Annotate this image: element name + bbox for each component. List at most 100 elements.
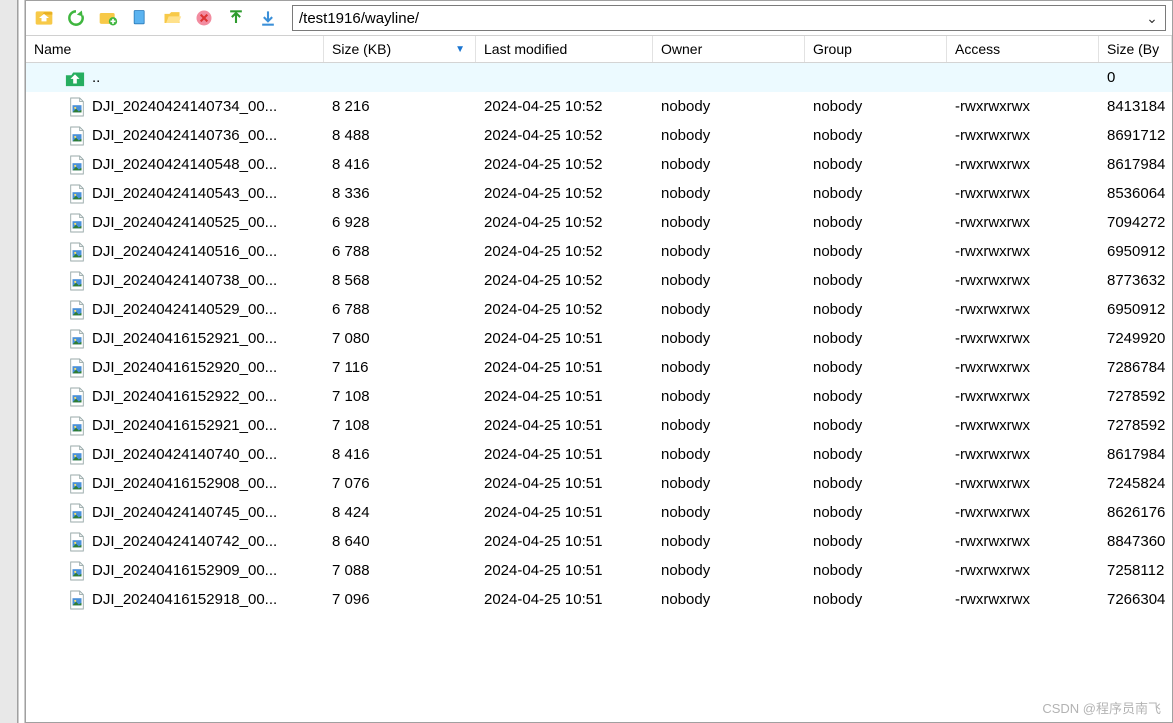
file-size-bytes: 8617984 — [1099, 156, 1172, 173]
file-last-modified: 2024-04-25 10:52 — [476, 185, 653, 202]
file-row[interactable]: DJI_20240416152920_00...7 1162024-04-25 … — [26, 353, 1172, 382]
file-owner: nobody — [653, 475, 805, 492]
file-size-bytes: 8536064 — [1099, 185, 1172, 202]
header-size-bytes[interactable]: Size (By — [1099, 36, 1172, 62]
header-name[interactable]: Name — [26, 36, 324, 62]
file-owner: nobody — [653, 98, 805, 115]
file-size-bytes: 8617984 — [1099, 446, 1172, 463]
path-input[interactable] — [299, 10, 1145, 27]
path-field[interactable]: ⌄ — [292, 5, 1166, 31]
file-size-bytes: 7094272 — [1099, 214, 1172, 231]
file-name: DJI_20240424140742_00... — [92, 533, 277, 550]
file-size-bytes: 7278592 — [1099, 417, 1172, 434]
file-row[interactable]: DJI_20240416152908_00...7 0762024-04-25 … — [26, 469, 1172, 498]
refresh-button[interactable] — [64, 6, 88, 30]
file-row[interactable]: DJI_20240424140525_00...6 9282024-04-25 … — [26, 208, 1172, 237]
file-last-modified: 2024-04-25 10:52 — [476, 98, 653, 115]
file-size-bytes: 6950912 — [1099, 243, 1172, 260]
file-row[interactable]: DJI_20240416152921_00...7 1082024-04-25 … — [26, 411, 1172, 440]
open-folder-button[interactable] — [160, 6, 184, 30]
image-file-icon — [68, 300, 86, 320]
file-last-modified: 2024-04-25 10:51 — [476, 533, 653, 550]
image-file-icon — [68, 184, 86, 204]
image-file-icon — [68, 474, 86, 494]
header-owner[interactable]: Owner — [653, 36, 805, 62]
delete-button[interactable] — [192, 6, 216, 30]
file-owner: nobody — [653, 359, 805, 376]
file-owner: nobody — [653, 272, 805, 289]
upload-button[interactable] — [224, 6, 248, 30]
file-last-modified: 2024-04-25 10:51 — [476, 504, 653, 521]
parent-dir-button[interactable] — [32, 6, 56, 30]
file-size-kb: 8 216 — [324, 98, 476, 115]
file-name: DJI_20240416152921_00... — [92, 330, 277, 347]
file-name: DJI_20240424140745_00... — [92, 504, 277, 521]
file-row[interactable]: DJI_20240424140548_00...8 4162024-04-25 … — [26, 150, 1172, 179]
image-file-icon — [68, 561, 86, 581]
file-name: DJI_20240416152920_00... — [92, 359, 277, 376]
file-access: -rwxrwxrwx — [947, 562, 1099, 579]
file-row[interactable]: DJI_20240424140543_00...8 3362024-04-25 … — [26, 179, 1172, 208]
file-group: nobody — [805, 301, 947, 318]
file-last-modified: 2024-04-25 10:52 — [476, 156, 653, 173]
file-owner: nobody — [653, 388, 805, 405]
file-access: -rwxrwxrwx — [947, 504, 1099, 521]
header-access[interactable]: Access — [947, 36, 1099, 62]
new-folder-button[interactable] — [96, 6, 120, 30]
file-group: nobody — [805, 243, 947, 260]
file-access: -rwxrwxrwx — [947, 475, 1099, 492]
file-row[interactable]: DJI_20240424140742_00...8 6402024-04-25 … — [26, 527, 1172, 556]
file-row[interactable]: DJI_20240424140740_00...8 4162024-04-25 … — [26, 440, 1172, 469]
file-owner: nobody — [653, 127, 805, 144]
file-name: DJI_20240424140740_00... — [92, 446, 277, 463]
file-access: -rwxrwxrwx — [947, 330, 1099, 347]
file-size-kb: 7 096 — [324, 591, 476, 608]
image-file-icon — [68, 97, 86, 117]
file-row[interactable]: DJI_20240416152922_00...7 1082024-04-25 … — [26, 382, 1172, 411]
download-button[interactable] — [256, 6, 280, 30]
left-gutter — [0, 0, 18, 723]
image-file-icon — [68, 503, 86, 523]
file-last-modified: 2024-04-25 10:52 — [476, 127, 653, 144]
image-file-icon — [68, 358, 86, 378]
image-file-icon — [68, 126, 86, 146]
file-last-modified: 2024-04-25 10:51 — [476, 417, 653, 434]
file-group: nobody — [805, 562, 947, 579]
file-size-bytes: 8773632 — [1099, 272, 1172, 289]
file-size-kb: 8 336 — [324, 185, 476, 202]
file-group: nobody — [805, 272, 947, 289]
file-access: -rwxrwxrwx — [947, 98, 1099, 115]
header-group[interactable]: Group — [805, 36, 947, 62]
file-group: nobody — [805, 417, 947, 434]
file-row[interactable]: DJI_20240424140745_00...8 4242024-04-25 … — [26, 498, 1172, 527]
file-access: -rwxrwxrwx — [947, 359, 1099, 376]
file-group: nobody — [805, 388, 947, 405]
image-file-icon — [68, 329, 86, 349]
file-row[interactable]: DJI_20240416152918_00...7 0962024-04-25 … — [26, 585, 1172, 614]
file-list[interactable]: .. 0 DJI_20240424140734_00...8 2162024-0… — [26, 63, 1172, 722]
file-row[interactable]: DJI_20240424140734_00...8 2162024-04-25 … — [26, 92, 1172, 121]
header-last-modified[interactable]: Last modified — [476, 36, 653, 62]
file-name: DJI_20240424140736_00... — [92, 127, 277, 144]
file-row[interactable]: DJI_20240416152921_00...7 0802024-04-25 … — [26, 324, 1172, 353]
file-size-bytes: 8413184 — [1099, 98, 1172, 115]
file-row[interactable]: DJI_20240424140529_00...6 7882024-04-25 … — [26, 295, 1172, 324]
folder-up-icon — [64, 68, 86, 88]
file-size-kb: 8 568 — [324, 272, 476, 289]
file-row[interactable]: DJI_20240424140738_00...8 5682024-04-25 … — [26, 266, 1172, 295]
file-row[interactable]: DJI_20240424140516_00...6 7882024-04-25 … — [26, 237, 1172, 266]
new-file-button[interactable] — [128, 6, 152, 30]
file-row[interactable]: DJI_20240424140736_00...8 4882024-04-25 … — [26, 121, 1172, 150]
file-size-kb: 7 088 — [324, 562, 476, 579]
file-name: DJI_20240416152921_00... — [92, 417, 277, 434]
parent-dir-row[interactable]: .. 0 — [26, 63, 1172, 92]
file-last-modified: 2024-04-25 10:51 — [476, 562, 653, 579]
file-size-bytes: 7266304 — [1099, 591, 1172, 608]
image-file-icon — [68, 242, 86, 262]
toolbar: ⌄ — [26, 1, 1172, 35]
path-dropdown-icon[interactable]: ⌄ — [1145, 10, 1159, 27]
file-size-kb: 7 108 — [324, 388, 476, 405]
header-size[interactable]: Size (KB)▼ — [324, 36, 476, 62]
file-row[interactable]: DJI_20240416152909_00...7 0882024-04-25 … — [26, 556, 1172, 585]
splitter[interactable] — [18, 0, 25, 723]
